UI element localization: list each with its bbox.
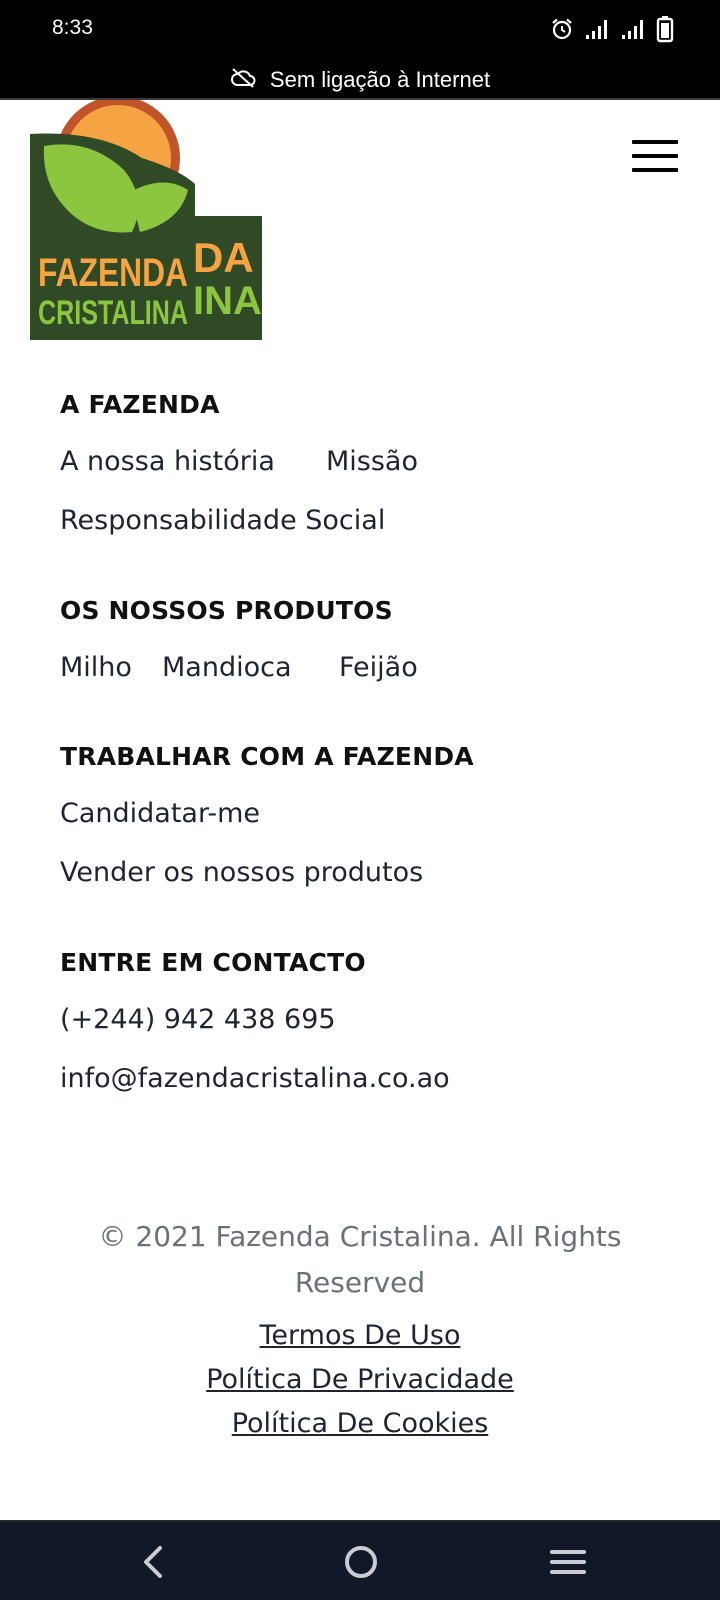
- link-responsabilidade-social[interactable]: Responsabilidade Social: [60, 505, 385, 536]
- section-title-a-fazenda: A FAZENDA: [60, 390, 220, 419]
- status-time: 8:33: [52, 16, 93, 39]
- alarm-icon: [550, 17, 574, 41]
- connectivity-message: Sem ligação à Internet: [269, 67, 491, 92]
- home-icon[interactable]: [339, 1540, 383, 1584]
- connectivity-banner: Sem ligação à Internet: [0, 62, 720, 100]
- link-missao[interactable]: Missão: [326, 446, 418, 477]
- legal-link-termos-row: Termos De Uso: [0, 1320, 720, 1351]
- link-phone[interactable]: (+244) 942 438 695: [60, 1004, 336, 1035]
- battery-icon: [656, 15, 674, 43]
- back-icon[interactable]: [132, 1540, 176, 1584]
- recents-icon[interactable]: [546, 1540, 590, 1584]
- hamburger-icon[interactable]: [632, 138, 682, 178]
- logo-text-line1: FAZENDA: [38, 251, 188, 295]
- cloud-off-icon: [230, 67, 256, 93]
- link-mandioca[interactable]: Mandioca: [162, 652, 292, 683]
- logo-text-line2: CRISTALINA: [38, 294, 188, 332]
- legal-link-privacidade-row: Política De Privacidade: [0, 1364, 720, 1395]
- signal-icon: [620, 17, 646, 41]
- copyright-text: © 2021 Fazenda Cristalina. All Rights Re…: [98, 1220, 622, 1299]
- link-politica-privacidade[interactable]: Política De Privacidade: [206, 1364, 514, 1395]
- site-logo[interactable]: DA INA FAZENDA CRISTALINA: [30, 96, 262, 346]
- section-title-trabalhar: TRABALHAR COM A FAZENDA: [60, 742, 474, 771]
- link-milho[interactable]: Milho: [60, 652, 132, 683]
- section-title-contacto: ENTRE EM CONTACTO: [60, 948, 366, 977]
- logo-partial-text-1: DA: [193, 234, 254, 281]
- link-politica-cookies[interactable]: Política De Cookies: [232, 1408, 489, 1439]
- link-termos-de-uso[interactable]: Termos De Uso: [260, 1320, 461, 1351]
- legal-link-cookies-row: Política De Cookies: [0, 1408, 720, 1439]
- section-title-produtos: OS NOSSOS PRODUTOS: [60, 596, 393, 625]
- link-nossa-historia[interactable]: A nossa história: [60, 446, 275, 477]
- link-feijao[interactable]: Feijão: [339, 652, 418, 683]
- status-bar: 8:33: [0, 0, 720, 62]
- link-email[interactable]: info@fazendacristalina.co.ao: [60, 1063, 450, 1094]
- link-candidatar[interactable]: Candidatar-me: [60, 798, 260, 829]
- link-vender-produtos[interactable]: Vender os nossos produtos: [60, 857, 423, 888]
- status-icons: [550, 15, 674, 43]
- signal-icon: [584, 17, 610, 41]
- logo-partial-text-2: INA: [193, 279, 262, 323]
- system-nav-bar: [0, 1520, 720, 1600]
